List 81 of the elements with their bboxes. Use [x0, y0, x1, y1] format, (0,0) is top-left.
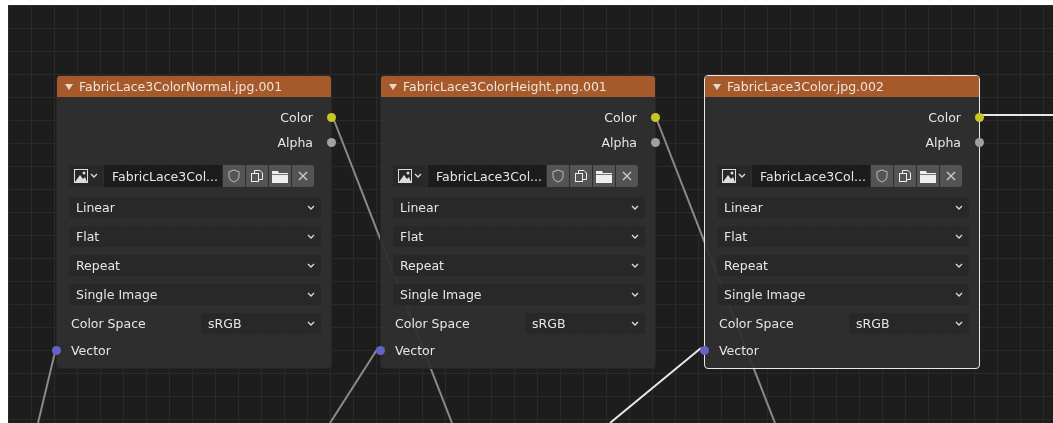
dropdown[interactable]: Linear	[717, 197, 969, 218]
color-space-dropdown[interactable]: sRGB	[201, 313, 321, 334]
caret-icon	[307, 320, 315, 327]
duplicate-icon[interactable]	[570, 165, 592, 187]
output-socket[interactable]	[327, 138, 336, 147]
collapse-icon[interactable]	[389, 83, 397, 90]
output-socket-label: Color	[280, 110, 313, 125]
caret-icon	[955, 262, 963, 269]
caret-icon	[631, 233, 639, 240]
output-socket[interactable]	[975, 138, 984, 147]
input-socket[interactable]	[376, 346, 385, 355]
input-socket[interactable]	[700, 346, 709, 355]
image-name-field[interactable]: FabricLace3Col...	[104, 165, 222, 187]
caret-icon	[955, 204, 963, 211]
image-icon	[398, 169, 412, 183]
caret-icon	[631, 291, 639, 298]
shield-icon[interactable]	[223, 165, 245, 187]
caret-icon	[955, 320, 963, 327]
output-socket-label: Alpha	[601, 135, 637, 150]
shield-icon[interactable]	[871, 165, 893, 187]
node-title: FabricLace3Color.jpg.002	[727, 79, 884, 94]
image-name-field[interactable]: FabricLace3Col...	[752, 165, 870, 187]
caret-icon	[307, 262, 315, 269]
folder-icon[interactable]	[593, 165, 615, 187]
folder-icon[interactable]	[269, 165, 291, 187]
caret-icon	[631, 320, 639, 327]
color-space-label: Color Space	[719, 316, 794, 331]
caret-icon	[90, 173, 98, 179]
color-space-dropdown[interactable]: sRGB	[525, 313, 645, 334]
collapse-icon[interactable]	[713, 83, 721, 90]
dropdown[interactable]: Single Image	[69, 284, 321, 305]
node-title: FabricLace3ColorNormal.jpg.001	[79, 79, 283, 94]
caret-icon	[955, 291, 963, 298]
caret-icon	[955, 233, 963, 240]
color-space-dropdown[interactable]: sRGB	[849, 313, 969, 334]
image-browse-button[interactable]	[69, 165, 103, 187]
output-socket-label: Alpha	[277, 135, 313, 150]
close-icon[interactable]	[616, 165, 638, 187]
image-icon	[74, 169, 88, 183]
close-icon[interactable]	[292, 165, 314, 187]
image-browse-button[interactable]	[717, 165, 751, 187]
node-title: FabricLace3ColorHeight.png.001	[403, 79, 607, 94]
color-space-label: Color Space	[395, 316, 470, 331]
output-socket[interactable]	[327, 113, 336, 122]
output-socket-label: Color	[604, 110, 637, 125]
output-socket-label: Alpha	[925, 135, 961, 150]
folder-icon[interactable]	[917, 165, 939, 187]
output-socket-label: Color	[928, 110, 961, 125]
dropdown[interactable]: Linear	[393, 197, 645, 218]
caret-icon	[414, 173, 422, 179]
dropdown[interactable]: Repeat	[69, 255, 321, 276]
input-socket-label: Vector	[719, 343, 759, 358]
image-browse-button[interactable]	[393, 165, 427, 187]
input-socket-label: Vector	[395, 343, 435, 358]
dropdown[interactable]: Repeat	[717, 255, 969, 276]
dropdown[interactable]: Flat	[717, 226, 969, 247]
caret-icon	[307, 291, 315, 298]
caret-icon	[631, 204, 639, 211]
duplicate-icon[interactable]	[894, 165, 916, 187]
close-icon[interactable]	[940, 165, 962, 187]
caret-icon	[631, 262, 639, 269]
shield-icon[interactable]	[547, 165, 569, 187]
dropdown[interactable]: Repeat	[393, 255, 645, 276]
dropdown[interactable]: Single Image	[393, 284, 645, 305]
output-socket[interactable]	[651, 113, 660, 122]
caret-icon	[307, 233, 315, 240]
dropdown[interactable]: Linear	[69, 197, 321, 218]
duplicate-icon[interactable]	[246, 165, 268, 187]
dropdown[interactable]: Single Image	[717, 284, 969, 305]
input-socket[interactable]	[52, 346, 61, 355]
caret-icon	[738, 173, 746, 179]
color-space-label: Color Space	[71, 316, 146, 331]
output-socket[interactable]	[651, 138, 660, 147]
dropdown[interactable]: Flat	[69, 226, 321, 247]
output-socket[interactable]	[975, 113, 984, 122]
collapse-icon[interactable]	[65, 83, 73, 90]
image-icon	[722, 169, 736, 183]
caret-icon	[307, 204, 315, 211]
image-name-field[interactable]: FabricLace3Col...	[428, 165, 546, 187]
input-socket-label: Vector	[71, 343, 111, 358]
dropdown[interactable]: Flat	[393, 226, 645, 247]
